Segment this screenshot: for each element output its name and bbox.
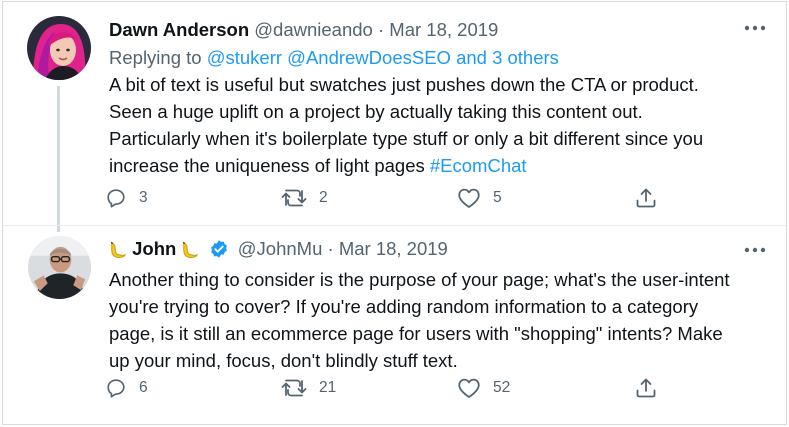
tweet-text-line: Seen a huge uplift on a project by actua… (109, 101, 643, 122)
hashtag-link[interactable]: #EcomChat (430, 155, 527, 176)
tweet-text-line: increase the uniqueness of light pages #… (109, 152, 703, 179)
reply-button[interactable]: 6 (105, 377, 148, 399)
separator: · (377, 19, 385, 40)
share-icon (636, 378, 656, 398)
banana-icon (109, 240, 127, 263)
tweet-date[interactable]: Mar 18, 2019 (339, 238, 448, 259)
reply-count: 6 (139, 379, 148, 396)
tweet-actions: 6 21 52 (105, 377, 665, 405)
banana-icon (181, 240, 199, 263)
retweet-icon (281, 379, 307, 397)
tweet-thread: Dawn Anderson @dawnieando · Mar 18, 2019… (2, 1, 787, 425)
avatar[interactable] (27, 16, 91, 80)
replying-to-mentions[interactable]: @stukerr @AndrewDoesSEO and 3 others (207, 47, 559, 68)
tweet-text-line: page, is it still an ecommerce page for … (109, 323, 723, 344)
retweet-count: 21 (319, 379, 337, 396)
heart-icon (458, 188, 480, 208)
like-count: 52 (493, 379, 511, 396)
tweet-text: A bit of text is useful but swatches jus… (109, 71, 703, 179)
tweet-text: Another thing to consider is the purpose… (109, 266, 730, 374)
tweet-text-fragment: increase the uniqueness of light pages (109, 155, 430, 176)
retweet-button[interactable]: 21 (281, 377, 336, 399)
tweet-john-mueller[interactable]: John @JohnMu · Mar 18, 2019 Another thin… (3, 226, 786, 424)
tweet-header: John @JohnMu · Mar 18, 2019 (109, 238, 448, 264)
avatar-man-glasses-icon (28, 236, 91, 299)
more-options-button[interactable] (744, 18, 766, 36)
share-button[interactable] (635, 187, 657, 209)
share-icon (636, 188, 656, 208)
reply-icon (107, 189, 125, 208)
tweet-text-line: A bit of text is useful but swatches jus… (109, 74, 699, 95)
retweet-count: 2 (319, 189, 328, 206)
tweet-text-line: Another thing to consider is the purpose… (109, 269, 730, 290)
like-button[interactable]: 5 (457, 187, 502, 209)
author-name[interactable]: John (132, 238, 176, 259)
like-count: 5 (493, 189, 502, 206)
reply-count: 3 (139, 189, 148, 206)
more-icon (744, 25, 766, 31)
avatar-pink-hair-woman-icon (27, 16, 91, 80)
tweet-text-line: you're trying to cover? If you're adding… (109, 296, 699, 317)
tweet-header: Dawn Anderson @dawnieando · Mar 18, 2019 (109, 19, 498, 41)
tweet-actions: 3 2 5 (105, 187, 665, 215)
like-button[interactable]: 52 (457, 377, 510, 399)
retweet-icon (281, 189, 307, 207)
heart-icon (458, 378, 480, 398)
reply-button[interactable]: 3 (105, 187, 148, 209)
verified-badge-icon (209, 239, 229, 264)
thread-line (57, 86, 60, 232)
avatar[interactable] (28, 236, 91, 299)
tweet-text-line: Particularly when it's boilerplate type … (109, 128, 704, 149)
more-icon (744, 247, 766, 253)
reply-icon (107, 379, 125, 398)
tweet-date[interactable]: Mar 18, 2019 (389, 19, 498, 40)
more-options-button[interactable] (744, 240, 766, 258)
share-button[interactable] (635, 377, 657, 399)
retweet-button[interactable]: 2 (281, 187, 328, 209)
author-name[interactable]: Dawn Anderson (109, 19, 249, 40)
author-handle[interactable]: @dawnieando (254, 19, 373, 40)
tweet-text-line: up your mind, focus, don't blindly stuff… (109, 350, 458, 371)
replying-to-label: Replying to (109, 47, 202, 68)
author-handle[interactable]: @JohnMu (238, 238, 323, 259)
separator: · (327, 238, 334, 259)
replying-to: Replying to @stukerr @AndrewDoesSEO and … (109, 47, 559, 69)
tweet-dawn-anderson[interactable]: Dawn Anderson @dawnieando · Mar 18, 2019… (3, 2, 786, 232)
